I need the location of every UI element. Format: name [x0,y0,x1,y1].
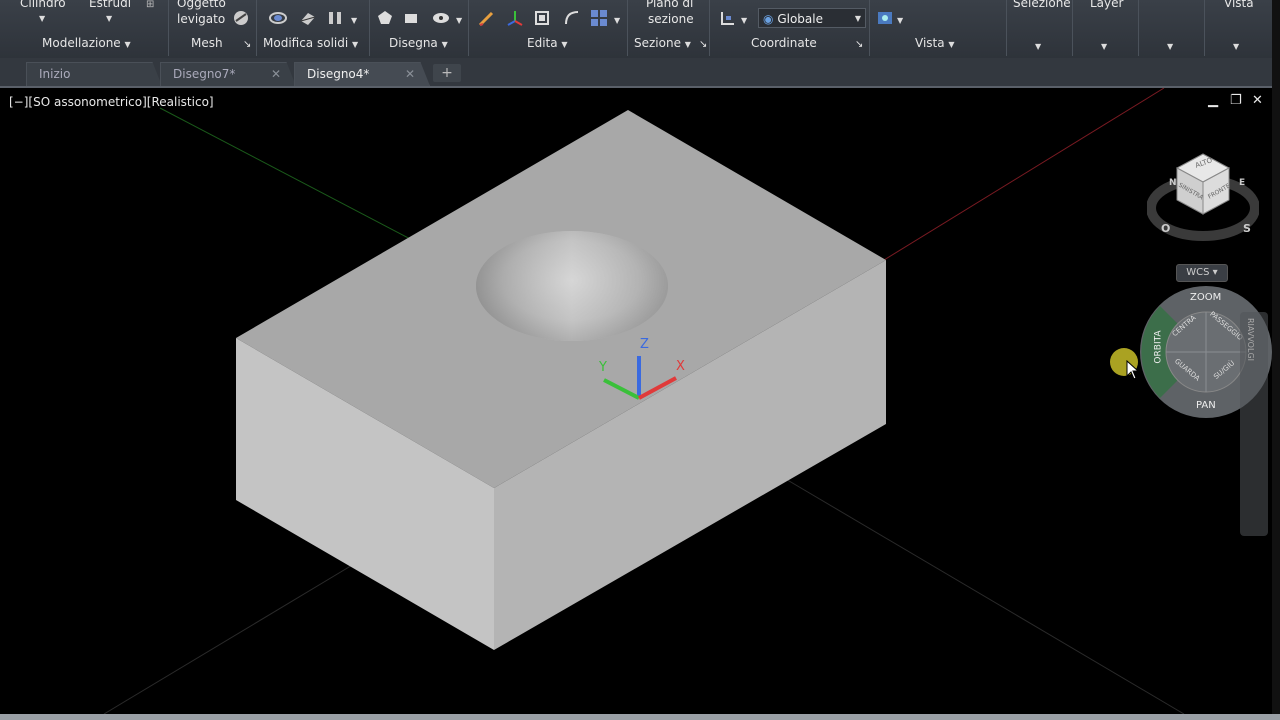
separator [869,0,870,56]
red-axis-line [883,88,1165,261]
solid-slice-icon[interactable] [299,9,317,27]
separator [256,0,257,56]
solid-edit-dropdown-icon[interactable]: ▼ [351,14,357,28]
coordinates-launcher-icon[interactable]: ↘ [855,38,863,52]
grid-line [783,477,1185,714]
mesh-tool-icon[interactable] [232,9,250,27]
selection-button[interactable]: Selezione [1013,0,1071,10]
view-button[interactable]: Vista [1224,0,1254,10]
new-tab-plus-icon[interactable]: + [433,64,461,82]
tab-drawing7[interactable]: Disegno7* ✕ [160,62,296,86]
separator [369,0,370,56]
ucs-z-label: Z [640,337,649,352]
file-tabs-bar: Inizio Disegno7* ✕ Disegno4* ✕ + [0,58,1272,88]
restore-icon[interactable]: ❐ [1230,93,1242,108]
close-icon[interactable]: ✕ [271,63,281,85]
visual-style-dropdown-icon[interactable]: ▼ [897,14,903,28]
compass-west-label[interactable]: O [1161,222,1170,235]
pencil-edit-icon[interactable] [478,9,496,27]
mesh-launcher-icon[interactable]: ↘ [243,38,251,52]
screen-edge [1272,0,1280,720]
separator [1138,0,1139,56]
panel-modeling[interactable]: Modellazione ▼ [42,36,131,50]
navigation-bar[interactable]: RIAVVOLGI [1240,312,1268,536]
minimize-icon[interactable]: ▁ [1208,93,1218,108]
wheel-orbit[interactable]: ORBITA [1154,330,1164,363]
panel-view[interactable]: Vista ▼ [915,36,955,50]
layer-button[interactable]: Layer [1090,0,1123,10]
visual-style-icon[interactable] [876,9,894,27]
close-icon[interactable]: ✕ [1252,93,1263,108]
separator [1006,0,1007,56]
polygon-icon[interactable] [376,9,394,27]
coordinates-combo[interactable]: ◉ Globale ▼ [758,8,866,28]
draw-dropdown-icon[interactable]: ▼ [456,14,462,28]
separator [709,0,710,56]
wheel-pan[interactable]: PAN [1196,400,1216,411]
panel-draw[interactable]: Disegna ▼ [389,36,448,50]
ucs-icon[interactable] [719,9,737,27]
draw-view-icon[interactable] [432,9,450,27]
groups-dropdown-icon[interactable]: ▼ [1167,40,1173,54]
cylinder-dropdown-icon[interactable]: ▼ [39,12,45,26]
panel-edit[interactable]: Edita ▼ [527,36,568,50]
grid-array-icon[interactable] [590,9,608,27]
compass-east-label[interactable]: E [1239,178,1245,188]
separator [1072,0,1073,56]
mouse-cursor-icon [1126,360,1140,380]
rectangle-icon[interactable] [402,9,420,27]
drawing-viewport[interactable]: Z Y X [−][SO assonometrico][Realistico] … [4,88,1272,714]
tab-start[interactable]: Inizio [26,62,162,86]
wheel-rewind[interactable]: RIAVVOLGI [1246,318,1255,361]
offset-edge-icon[interactable] [563,9,581,27]
layer-dropdown-icon[interactable]: ▼ [1101,40,1107,54]
ucs-x-label: X [676,359,685,374]
ribbon: Cilindro ▼ Estrudi ▼ ⊞ Modellazione ▼ Og… [0,0,1280,59]
panel-section[interactable]: Sezione ▼ [634,36,691,50]
solid-separate-icon[interactable] [326,9,344,27]
view-dropdown-icon[interactable]: ▼ [1233,40,1239,54]
edit-dropdown-icon[interactable]: ▼ [614,14,620,28]
copy-faces-icon[interactable] [533,9,551,27]
section-plane-label[interactable]: sezione [648,12,694,26]
ucs-y-label: Y [599,360,607,375]
extrude-button[interactable]: Estrudi [89,0,131,10]
compass-south-label[interactable]: S [1243,222,1251,235]
viewport-controls-label[interactable]: [−][SO assonometrico][Realistico] [9,95,214,109]
wheel-zoom[interactable]: ZOOM [1190,292,1221,303]
compass-north-label[interactable]: N [1169,178,1177,188]
wcs-menu-button[interactable]: WCS ▾ [1176,264,1228,282]
extrude-dropdown-icon[interactable]: ▼ [106,12,112,26]
cylinder-button[interactable]: Cilindro [20,0,66,10]
section-plane-button[interactable]: Piano di [646,0,693,10]
separator [1204,0,1205,56]
gizmo-move-icon[interactable] [506,9,524,27]
grid-line [103,557,365,714]
panel-coordinates[interactable]: Coordinate [751,36,817,50]
section-launcher-icon[interactable]: ↘ [699,38,707,52]
globe-icon: ◉ [763,12,774,26]
panel-solid-edit[interactable]: Modifica solidi ▼ [263,36,358,50]
close-icon[interactable]: ✕ [405,63,415,85]
separator [468,0,469,56]
chevron-down-icon: ▼ [854,14,861,23]
viewcube[interactable]: ALTO SINISTRA FRONTE O S N E [1147,148,1259,248]
smooth-object-label[interactable]: levigato [177,12,225,26]
ucs-dropdown-icon[interactable]: ▼ [741,14,747,28]
more-modeling-icon[interactable]: ⊞ [146,0,154,12]
panel-mesh[interactable]: Mesh [191,36,223,50]
tab-drawing4[interactable]: Disegno4* ✕ [294,62,430,86]
bottom-scrollbar[interactable] [0,714,1280,720]
separator [627,0,628,56]
separator [168,0,169,56]
smooth-object-button[interactable]: Oggetto [177,0,226,10]
selection-dropdown-icon[interactable]: ▼ [1035,40,1041,54]
solid-union-icon[interactable] [269,9,287,27]
